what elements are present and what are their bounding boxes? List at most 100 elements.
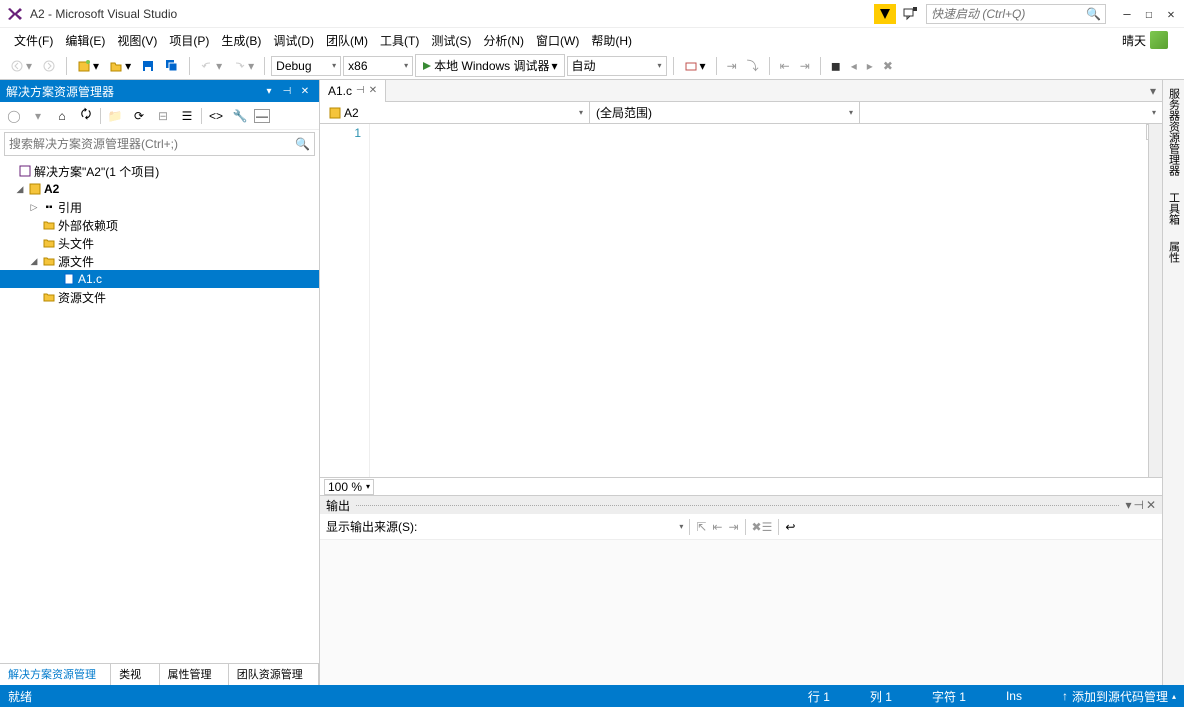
undo-button[interactable]: ▾ [196, 57, 226, 75]
bookmark-icon[interactable]: ◼ [827, 57, 845, 75]
nav-back-button[interactable]: ▾ [6, 57, 36, 75]
file-a1c[interactable]: A1.c [0, 270, 319, 288]
process-button[interactable]: ▾ [680, 57, 710, 75]
clear-bookmark-icon[interactable]: ✖ [879, 57, 897, 75]
menu-team[interactable]: 团队(M) [320, 30, 374, 51]
redo-button[interactable]: ▾ [228, 57, 258, 75]
next-bookmark-icon[interactable]: ▸ [863, 57, 877, 75]
solution-search[interactable]: 🔍 [4, 132, 315, 156]
feedback-icon[interactable] [900, 4, 920, 24]
refresh-icon[interactable]: ⟳ [129, 106, 149, 126]
collapse-icon[interactable]: ⊟ [153, 106, 173, 126]
code-editor[interactable]: 1 ⊞ [320, 124, 1162, 477]
doc-tab-a1c[interactable]: A1.c ⊣ ✕ [320, 80, 386, 102]
close-button[interactable]: ✕ [1164, 7, 1178, 21]
menu-debug[interactable]: 调试(D) [267, 30, 320, 51]
preview-icon[interactable]: — [254, 109, 270, 123]
back-icon[interactable]: ◯ [4, 106, 24, 126]
notification-flag-icon[interactable] [874, 4, 896, 24]
show-all-icon[interactable]: ☰ [177, 106, 197, 126]
step-into-icon[interactable]: ⇥ [723, 57, 741, 75]
home-icon[interactable]: ⌂ [52, 106, 72, 126]
tab-property-manager[interactable]: 属性管理器 [160, 664, 229, 685]
maximize-button[interactable]: ☐ [1142, 7, 1156, 21]
save-button[interactable] [137, 57, 159, 75]
tab-class-view[interactable]: 类视图 [111, 664, 159, 685]
code-text[interactable] [370, 124, 1162, 477]
close-tab-icon[interactable]: ✕ [369, 85, 377, 96]
vertical-scrollbar[interactable] [1148, 124, 1162, 477]
menu-file[interactable]: 文件(F) [8, 30, 59, 51]
indent-right-icon[interactable]: ⇥ [796, 57, 814, 75]
nav-forward-button[interactable] [38, 57, 60, 75]
output-dropdown-icon[interactable]: ▾ [1125, 498, 1131, 512]
external-deps-node[interactable]: 外部依赖项 [0, 216, 319, 234]
output-clear-icon[interactable]: ✖☰ [752, 520, 773, 534]
panel-pin-icon[interactable]: ⊣ [279, 83, 295, 99]
headers-node[interactable]: 头文件 [0, 234, 319, 252]
quick-launch-input[interactable] [931, 7, 1086, 21]
output-next-icon[interactable]: ⇥ [728, 520, 738, 534]
platform-combo[interactable]: x86 [343, 56, 413, 76]
indent-left-icon[interactable]: ⇤ [776, 57, 794, 75]
side-panel-tabs: 解决方案资源管理器 类视图 属性管理器 团队资源管理器 [0, 663, 319, 685]
nav-member-combo[interactable] [860, 102, 1162, 123]
menu-help[interactable]: 帮助(H) [585, 30, 638, 51]
properties-icon[interactable]: 🔧 [230, 106, 250, 126]
publish-icon[interactable]: ↑ [1062, 689, 1068, 703]
new-project-button[interactable]: ▾ [73, 57, 103, 75]
minimize-button[interactable]: — [1120, 7, 1134, 21]
step-over-icon[interactable]: ⤵ [743, 55, 763, 76]
menu-project[interactable]: 项目(P) [163, 30, 215, 51]
config-combo[interactable]: Debug [271, 56, 341, 76]
sources-node[interactable]: ◢源文件 [0, 252, 319, 270]
menu-analyze[interactable]: 分析(N) [477, 30, 530, 51]
rail-toolbox[interactable]: 工具箱 [1164, 188, 1184, 229]
prev-bookmark-icon[interactable]: ◂ [847, 57, 861, 75]
zoom-combo[interactable]: 100 %▾ [324, 479, 374, 495]
start-debug-button[interactable]: 本地 Windows 调试器 ▾ [415, 54, 564, 77]
sync-icon[interactable]: 🗘 [76, 106, 96, 126]
nav-project-combo[interactable]: A2 [320, 102, 590, 123]
forward-icon[interactable]: ▾ [28, 106, 48, 126]
menu-window[interactable]: 窗口(W) [530, 30, 585, 51]
output-prev-icon[interactable]: ⇤ [712, 520, 722, 534]
rail-server-explorer[interactable]: 服务器资源管理器 [1164, 84, 1184, 180]
status-scm[interactable]: 添加到源代码管理 [1072, 688, 1168, 705]
rail-properties[interactable]: 属性 [1164, 237, 1184, 267]
output-close-icon[interactable]: ✕ [1146, 498, 1156, 512]
menu-test[interactable]: 测试(S) [425, 30, 477, 51]
panel-dropdown-icon[interactable]: ▾ [261, 83, 277, 99]
menu-build[interactable]: 生成(B) [215, 30, 267, 51]
tab-solution-explorer[interactable]: 解决方案资源管理器 [0, 664, 111, 685]
nav-scope-combo[interactable]: (全局范围) [590, 102, 860, 123]
quick-launch[interactable]: 🔍 [926, 4, 1106, 24]
output-body[interactable] [320, 540, 1162, 685]
resources-node[interactable]: 资源文件 [0, 288, 319, 306]
menu-tools[interactable]: 工具(T) [374, 30, 425, 51]
code-icon[interactable]: <> [206, 106, 226, 126]
solution-node[interactable]: 解决方案"A2"(1 个项目) [0, 162, 319, 180]
references-node[interactable]: ▷▪▪引用 [0, 198, 319, 216]
output-pin-icon[interactable]: ⊣ [1133, 498, 1143, 512]
status-col: 列 1 [870, 688, 892, 705]
output-wrap-icon[interactable]: ↩ [785, 520, 795, 534]
panel-close-icon[interactable]: ✕ [297, 83, 313, 99]
panel-title: 解决方案资源管理器 [6, 83, 114, 100]
thread-combo[interactable]: 自动 [567, 56, 667, 76]
save-all-button[interactable] [161, 57, 183, 75]
folder-icon[interactable]: 📁 [105, 106, 125, 126]
menu-edit[interactable]: 编辑(E) [59, 30, 111, 51]
project-node[interactable]: ◢A2 [0, 180, 319, 198]
solution-tree[interactable]: 解决方案"A2"(1 个项目) ◢A2 ▷▪▪引用 外部依赖项 头文件 ◢源文件… [0, 158, 319, 663]
tab-team-explorer[interactable]: 团队资源管理器 [229, 664, 319, 685]
tabs-overflow-icon[interactable]: ▾ [1144, 84, 1162, 98]
status-ins: Ins [1006, 689, 1022, 703]
output-goto-icon[interactable]: ⇱ [696, 520, 706, 534]
output-source-combo[interactable] [423, 522, 683, 531]
menu-view[interactable]: 视图(V) [111, 30, 163, 51]
scm-dropdown-icon[interactable]: ▴ [1172, 692, 1176, 701]
pin-icon[interactable]: ⊣ [356, 85, 365, 96]
open-file-button[interactable]: ▾ [105, 57, 135, 75]
solution-search-input[interactable] [9, 137, 295, 151]
